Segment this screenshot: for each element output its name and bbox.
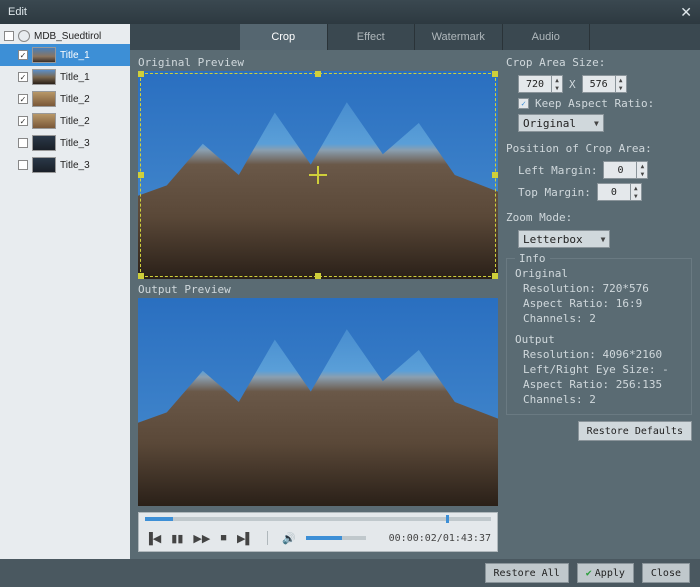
tab-crop[interactable]: Crop — [240, 24, 328, 50]
info-out-eye: Left/Right Eye Size: - — [523, 363, 683, 376]
sidebar-item-label: Title_3 — [60, 138, 90, 149]
sidebar-item-label: Title_3 — [60, 160, 90, 171]
close-icon[interactable]: ✕ — [680, 4, 692, 21]
check-icon: ✔ — [586, 568, 592, 579]
left-margin-stepper[interactable]: ▲▼ — [603, 161, 648, 179]
thumbnail — [32, 91, 56, 107]
sidebar: MDB_Suedtirol Title_1 Title_1 Title_2 Title… — [0, 24, 130, 559]
info-output-header: Output — [515, 333, 683, 346]
sidebar-item-label: Title_2 — [60, 94, 90, 105]
output-preview — [138, 298, 498, 506]
crop-width-stepper[interactable]: ▲▼ — [518, 75, 563, 93]
sidebar-item-label: Title_1 — [60, 72, 90, 83]
sidebar-item-label: Title_2 — [60, 116, 90, 127]
thumbnail — [32, 47, 56, 63]
restore-defaults-button[interactable]: Restore Defaults — [578, 421, 692, 441]
thumbnail — [32, 157, 56, 173]
sidebar-root[interactable]: MDB_Suedtirol — [0, 28, 130, 44]
volume-slider[interactable] — [306, 536, 366, 540]
info-orig-ch: Channels: 2 — [523, 312, 683, 325]
close-button[interactable]: Close — [642, 563, 690, 583]
crop-height-stepper[interactable]: ▲▼ — [582, 75, 627, 93]
info-out-ch: Channels: 2 — [523, 393, 683, 406]
footer: Restore All ✔Apply Close — [0, 559, 700, 587]
volume-icon[interactable]: 🔊 — [282, 532, 296, 545]
top-margin-label: Top Margin: — [518, 186, 591, 199]
restore-all-button[interactable]: Restore All — [485, 563, 569, 583]
checkbox-icon[interactable] — [18, 94, 28, 104]
ff-button[interactable]: ▶▶ — [193, 532, 210, 545]
crop-height-input[interactable] — [583, 79, 615, 90]
crosshair-icon[interactable] — [309, 166, 327, 184]
checkbox-icon[interactable] — [4, 31, 14, 41]
aspect-ratio-select[interactable]: Original▼ — [518, 114, 604, 132]
tab-effect[interactable]: Effect — [328, 24, 416, 50]
info-out-res: Resolution: 4096*2160 — [523, 348, 683, 361]
thumbnail — [32, 69, 56, 85]
time-display: 00:00:02/01:43:37 — [389, 533, 491, 544]
crop-pos-label: Position of Crop Area: — [506, 142, 692, 155]
original-preview-label: Original Preview — [138, 56, 498, 69]
window-title: Edit — [8, 6, 27, 18]
info-orig-res: Resolution: 720*576 — [523, 282, 683, 295]
sidebar-item[interactable]: Title_3 — [0, 154, 130, 176]
checkbox-icon[interactable] — [18, 72, 28, 82]
info-legend: Info — [515, 252, 550, 265]
top-margin-input[interactable] — [598, 187, 630, 198]
checkbox-icon[interactable] — [18, 116, 28, 126]
pause-button[interactable]: ▮▮ — [171, 532, 183, 545]
tabs: CropEffectWatermarkAudio — [130, 24, 700, 50]
checkbox-icon[interactable] — [18, 160, 28, 170]
sidebar-item-label: Title_1 — [60, 50, 90, 61]
top-margin-stepper[interactable]: ▲▼ — [597, 183, 642, 201]
zoom-mode-label: Zoom Mode: — [506, 211, 692, 224]
sidebar-root-label: MDB_Suedtirol — [34, 31, 101, 42]
progress-bar[interactable] — [139, 513, 497, 525]
info-panel: Info Original Resolution: 720*576 Aspect… — [506, 258, 692, 415]
sidebar-item[interactable]: Title_3 — [0, 132, 130, 154]
player: ▐◀ ▮▮ ▶▶ ■ ▶▌ 🔊 00:00:02/01:43:37 — [138, 512, 498, 552]
title-bar: Edit ✕ — [0, 0, 700, 24]
tab-watermark[interactable]: Watermark — [415, 24, 503, 50]
info-out-ar: Aspect Ratio: 256:135 — [523, 378, 683, 391]
checkbox-icon[interactable] — [18, 138, 28, 148]
info-orig-ar: Aspect Ratio: 16:9 — [523, 297, 683, 310]
refresh-icon[interactable] — [18, 30, 30, 42]
sidebar-item[interactable]: Title_1 — [0, 66, 130, 88]
prev-button[interactable]: ▐◀ — [145, 532, 161, 545]
thumbnail — [32, 113, 56, 129]
size-sep: X — [569, 78, 576, 91]
next-button[interactable]: ▶▌ — [237, 532, 253, 545]
tab-audio[interactable]: Audio — [503, 24, 591, 50]
zoom-mode-select[interactable]: Letterbox▼ — [518, 230, 610, 248]
stop-button[interactable]: ■ — [220, 532, 227, 544]
sidebar-item[interactable]: Title_2 — [0, 88, 130, 110]
left-margin-input[interactable] — [604, 165, 636, 176]
checkbox-icon[interactable] — [18, 50, 28, 60]
crop-width-input[interactable] — [519, 79, 551, 90]
keep-aspect-checkbox[interactable] — [518, 98, 529, 109]
sidebar-item[interactable]: Title_2 — [0, 110, 130, 132]
thumbnail — [32, 135, 56, 151]
left-margin-label: Left Margin: — [518, 164, 597, 177]
info-original-header: Original — [515, 267, 683, 280]
apply-button[interactable]: ✔Apply — [577, 563, 634, 583]
original-preview[interactable] — [138, 71, 498, 279]
crop-size-label: Crop Area Size: — [506, 56, 692, 69]
sidebar-item[interactable]: Title_1 — [0, 44, 130, 66]
output-preview-label: Output Preview — [138, 283, 498, 296]
keep-aspect-label: Keep Aspect Ratio: — [535, 97, 654, 110]
